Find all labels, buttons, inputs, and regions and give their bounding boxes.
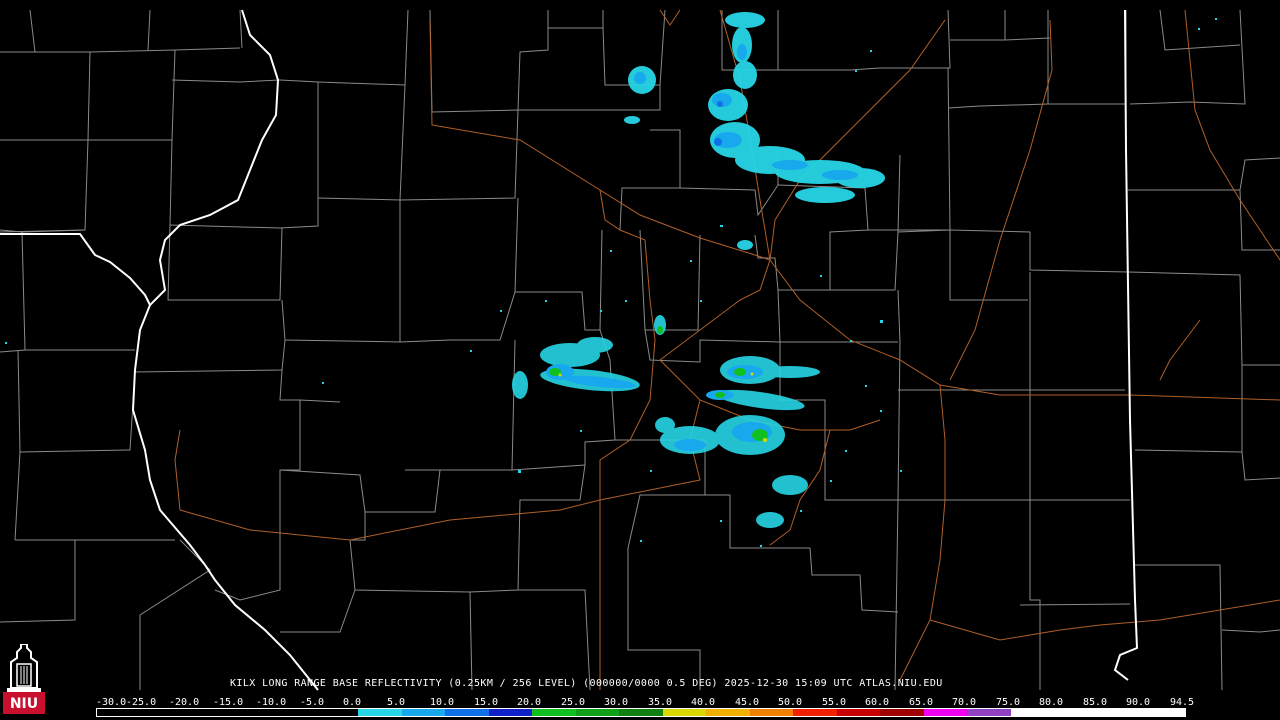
- legend-label: 40.0: [691, 697, 716, 708]
- colorbar-segment: [271, 709, 315, 716]
- colorbar-segment: [967, 709, 1011, 716]
- colorbar-segment: [1010, 709, 1055, 716]
- colorbar-segment: [619, 709, 663, 716]
- colorbar-segment: [227, 709, 272, 716]
- colorbar-segment: [140, 709, 185, 716]
- colorbar-segment: [445, 709, 489, 716]
- legend-label: 10.0: [430, 697, 455, 708]
- colorbar-segment: [836, 709, 881, 716]
- legend-label: 0.0: [343, 697, 362, 708]
- legend-label: 70.0: [952, 697, 977, 708]
- legend-label: 80.0: [1039, 697, 1064, 708]
- colorbar-segment: [401, 709, 446, 716]
- colorbar-segment: [488, 709, 533, 716]
- legend-label: 94.5: [1170, 697, 1195, 708]
- legend-label: 65.0: [909, 697, 934, 708]
- legend-label: 45.0: [735, 697, 760, 708]
- legend-label: 55.0: [822, 697, 847, 708]
- legend-label: 30.0: [604, 697, 629, 708]
- colorbar-segment: [532, 709, 576, 716]
- legend-label: 20.0: [517, 697, 542, 708]
- colorbar-segment: [97, 709, 141, 716]
- colorbar-segment: [314, 709, 359, 716]
- colorbar-segment: [1141, 709, 1185, 716]
- legend-label: 15.0: [474, 697, 499, 708]
- legend-label: 35.0: [648, 697, 673, 708]
- legend-label: 50.0: [778, 697, 803, 708]
- legend-label: 85.0: [1083, 697, 1108, 708]
- reflectivity-colorbar: [96, 708, 1186, 717]
- colorbar-segment: [880, 709, 924, 716]
- radar-map: [0, 0, 1280, 720]
- legend-label: 60.0: [865, 697, 890, 708]
- legend-label: 90.0: [1126, 697, 1151, 708]
- colorbar-segment: [1097, 709, 1142, 716]
- legend-label: -20.0: [169, 697, 200, 708]
- legend-label: -5.0: [300, 697, 325, 708]
- colorbar-segment: [923, 709, 968, 716]
- colorbar-segment: [706, 709, 750, 716]
- colorbar-segment: [1054, 709, 1098, 716]
- colorbar-segment: [184, 709, 228, 716]
- colorbar-segment: [793, 709, 837, 716]
- colorbar-segment: [575, 709, 620, 716]
- legend-label: -15.0: [213, 697, 244, 708]
- legend-label: -25.0: [126, 697, 157, 708]
- legend-label: 25.0: [561, 697, 586, 708]
- legend-label: 5.0: [387, 697, 406, 708]
- legend-label: 75.0: [996, 697, 1021, 708]
- product-caption: KILX LONG RANGE BASE REFLECTIVITY (0.25K…: [230, 678, 943, 689]
- colorbar-segment: [662, 709, 707, 716]
- colorbar-segment: [749, 709, 794, 716]
- colorbar-segment: [358, 709, 402, 716]
- legend-label: -10.0: [256, 697, 287, 708]
- niu-logo-text: NIU: [9, 696, 39, 712]
- niu-logo: NIU: [3, 643, 45, 716]
- legend-label: -30.0: [96, 697, 127, 708]
